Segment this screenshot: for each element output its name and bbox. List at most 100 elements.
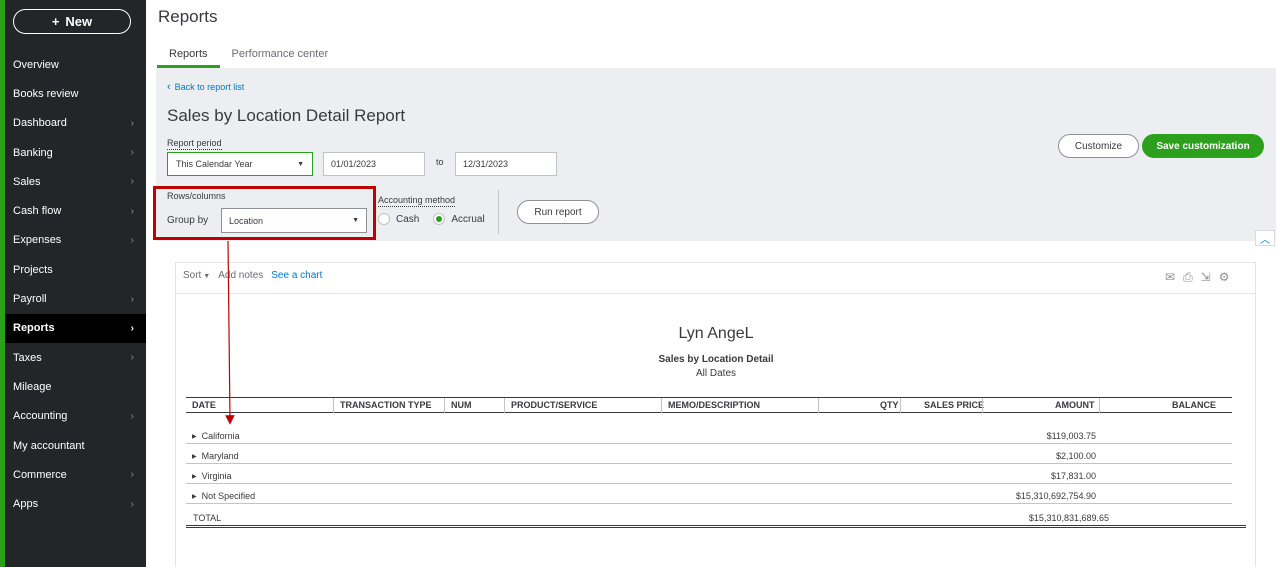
sidebar-item-expenses[interactable]: Expenses › (5, 226, 146, 255)
report-dates: All Dates (695, 368, 736, 379)
location-name: California (201, 431, 240, 441)
row-location: ▶ Virginia (192, 471, 231, 481)
expand-triangle-icon[interactable]: ▶ (192, 453, 197, 460)
table-row[interactable]: ▶ Not Specified $15,310,692,754.90 (186, 484, 1232, 504)
column-header-sales-price[interactable]: SALES PRICE (924, 400, 984, 410)
sort-label: Sort (183, 270, 202, 281)
sidebar-item-label: Projects (13, 263, 53, 276)
date-to-separator: to (436, 157, 444, 167)
table-row[interactable]: ▶ California $119,003.75 (186, 424, 1232, 444)
sidebar-item-label: Mileage (13, 380, 52, 393)
report-name: Sales by Location Detail (658, 354, 774, 365)
chevron-right-icon: › (130, 234, 134, 246)
print-icon[interactable]: ⎙ (1183, 270, 1193, 285)
date-to-input[interactable]: 12/31/2023 (455, 152, 557, 176)
accrual-radio[interactable] (433, 213, 446, 225)
column-header-balance[interactable]: BALANCE (1172, 400, 1216, 410)
total-row: TOTAL $15,310,831,689.65 (186, 508, 1246, 528)
column-divider (818, 398, 819, 413)
email-icon[interactable]: ✉ (1165, 270, 1175, 285)
caret-down-icon: ▼ (201, 273, 211, 280)
chevron-up-icon: ︿ (1260, 234, 1270, 246)
column-header-transaction-type[interactable]: TRANSACTION TYPE (340, 400, 432, 410)
report-toolbar: Sort ▼ Add notes See a chart (183, 270, 322, 281)
column-header-qty[interactable]: QTY (880, 400, 899, 410)
column-header-memo-description[interactable]: MEMO/DESCRIPTION (668, 400, 760, 410)
sidebar: + New Overview Books review Dashboard › B… (0, 0, 146, 567)
chevron-right-icon: › (130, 205, 134, 217)
back-link-label: Back to report list (174, 82, 245, 92)
expand-triangle-icon[interactable]: ▶ (192, 493, 197, 500)
cash-radio[interactable] (378, 213, 390, 225)
export-icon[interactable]: ⇲ (1201, 270, 1211, 285)
sidebar-item-payroll[interactable]: Payroll › (5, 284, 146, 313)
sidebar-item-sales[interactable]: Sales › (5, 167, 146, 196)
row-amount: $119,003.75 (1046, 431, 1096, 441)
report-period-select[interactable]: This Calendar Year ▼ (167, 152, 313, 176)
column-header-date[interactable]: DATE (192, 400, 216, 410)
sidebar-item-label: Overview (13, 58, 59, 71)
sidebar-item-label: Books review (13, 87, 79, 100)
expand-triangle-icon[interactable]: ▶ (192, 433, 197, 440)
sidebar-item-my-accountant[interactable]: My accountant (5, 431, 146, 460)
sidebar-item-projects[interactable]: Projects (5, 255, 146, 284)
row-amount: $15,310,692,754.90 (1015, 491, 1096, 501)
add-notes-link[interactable]: Add notes (218, 270, 263, 281)
sidebar-item-apps[interactable]: Apps › (5, 489, 146, 518)
sidebar-item-label: Banking (13, 146, 53, 159)
report-actions: ✉ ⎙ ⇲ ⚙ (1165, 270, 1230, 285)
accounting-method-label-text: Accounting method (378, 195, 456, 207)
report-period-label-text: Report period (167, 138, 222, 150)
save-customization-button[interactable]: Save customization (1142, 134, 1264, 158)
sidebar-nav: Overview Books review Dashboard › Banking… (5, 50, 146, 519)
sidebar-item-banking[interactable]: Banking › (5, 138, 146, 167)
run-report-button[interactable]: Run report (517, 200, 599, 224)
toolbar-divider (176, 293, 1256, 294)
annotation-highlight-box (153, 186, 376, 240)
sidebar-item-overview[interactable]: Overview (5, 50, 146, 79)
row-location: ▶ Maryland (192, 451, 239, 461)
column-header-product-service[interactable]: PRODUCT/SERVICE (511, 400, 597, 410)
row-location: ▶ California (192, 431, 240, 441)
sidebar-item-label: Sales (13, 175, 41, 188)
chevron-right-icon: › (130, 293, 134, 305)
back-to-report-list-link[interactable]: ‹ Back to report list (167, 81, 244, 93)
column-divider (1099, 398, 1100, 413)
sidebar-item-cash-flow[interactable]: Cash flow › (5, 196, 146, 225)
gear-icon[interactable]: ⚙ (1219, 270, 1230, 285)
sidebar-item-label: Cash flow (13, 205, 62, 218)
date-from-value: 01/01/2023 (331, 159, 377, 169)
date-from-input[interactable]: 01/01/2023 (323, 152, 425, 176)
new-button[interactable]: + New (13, 9, 131, 34)
sidebar-item-dashboard[interactable]: Dashboard › (5, 109, 146, 138)
sidebar-item-accounting[interactable]: Accounting › (5, 402, 146, 431)
report-period-value: This Calendar Year (176, 159, 253, 169)
tab-performance-center[interactable]: Performance center (220, 44, 341, 68)
controls-divider (498, 190, 499, 234)
tab-reports[interactable]: Reports (157, 44, 220, 68)
report-title: Sales by Location Detail Report (167, 106, 406, 125)
column-header-num[interactable]: NUM (451, 400, 472, 410)
expand-triangle-icon[interactable]: ▶ (192, 473, 197, 480)
column-divider (900, 398, 901, 413)
column-header-amount[interactable]: AMOUNT (1055, 400, 1095, 410)
collapse-panel-button[interactable]: ︿ (1255, 230, 1275, 246)
report-period-label: Report period (167, 133, 222, 151)
table-row[interactable]: ▶ Maryland $2,100.00 (186, 444, 1232, 464)
sidebar-item-label: My accountant (13, 439, 85, 452)
location-name: Virginia (201, 471, 232, 481)
sidebar-item-commerce[interactable]: Commerce › (5, 460, 146, 489)
sort-dropdown[interactable]: Sort ▼ (183, 270, 210, 281)
row-location: ▶ Not Specified (192, 491, 255, 501)
chevron-right-icon: › (130, 176, 134, 188)
sidebar-item-label: Commerce (13, 468, 67, 481)
accrual-radio-label: Accrual (451, 213, 485, 225)
chevron-left-icon: ‹ (167, 81, 171, 93)
table-row[interactable]: ▶ Virginia $17,831.00 (186, 464, 1232, 484)
sidebar-item-books-review[interactable]: Books review (5, 79, 146, 108)
total-amount: $15,310,831,689.65 (1028, 513, 1109, 523)
customize-button[interactable]: Customize (1058, 134, 1139, 158)
tab-bar: Reports Performance center (157, 44, 340, 68)
sidebar-item-label: Payroll (13, 293, 47, 306)
see-a-chart-link[interactable]: See a chart (271, 270, 322, 281)
